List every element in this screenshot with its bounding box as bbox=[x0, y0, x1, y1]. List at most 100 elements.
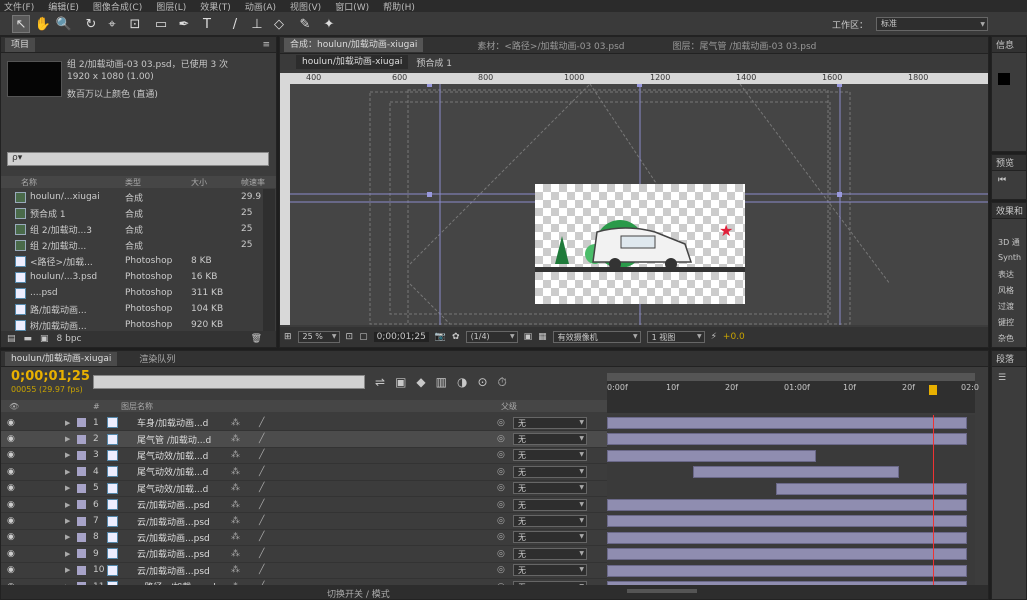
camera-tool-icon[interactable]: ⌖ bbox=[103, 15, 121, 33]
expand-arrow-icon[interactable]: ▶ bbox=[65, 435, 70, 443]
visibility-icon[interactable]: ◉ bbox=[7, 450, 15, 460]
col-type[interactable]: 类型 bbox=[125, 177, 141, 188]
timeline-tab[interactable]: houlun/加载动画-xiugai bbox=[5, 351, 118, 366]
layer-bar[interactable] bbox=[776, 482, 967, 495]
menu-item[interactable]: 编辑(E) bbox=[48, 0, 79, 13]
panel-menu-icon[interactable]: ≡ bbox=[262, 40, 270, 50]
switches-modes-toggle[interactable]: 切换开关 / 模式 bbox=[327, 587, 390, 600]
shy-switch-icon[interactable]: ⁂ bbox=[231, 483, 240, 493]
pickwhip-icon[interactable]: ◎ bbox=[497, 565, 505, 575]
expand-arrow-icon[interactable]: ▶ bbox=[65, 501, 70, 509]
parent-select[interactable]: 无 bbox=[513, 433, 587, 446]
expand-arrow-icon[interactable]: ▶ bbox=[65, 484, 70, 492]
parent-select[interactable]: 无 bbox=[513, 416, 587, 429]
shy-switch-icon[interactable]: ⁂ bbox=[231, 467, 240, 477]
render-queue-tab[interactable]: 渲染队列 bbox=[139, 352, 175, 365]
visibility-icon[interactable]: ◉ bbox=[7, 483, 15, 493]
rotate-tool-icon[interactable]: ↻ bbox=[82, 15, 100, 33]
always-preview-icon[interactable]: ⊞ bbox=[284, 332, 292, 342]
align-left-icon[interactable]: ☰ bbox=[992, 367, 1026, 389]
playhead-marker[interactable] bbox=[928, 385, 937, 395]
zoom-tool-icon[interactable]: 🔍 bbox=[55, 15, 73, 33]
expand-arrow-icon[interactable]: ▶ bbox=[65, 517, 70, 525]
col-name[interactable]: 名称 bbox=[21, 177, 37, 188]
pan-behind-tool-icon[interactable]: ⊡ bbox=[126, 15, 144, 33]
viewer-timecode[interactable]: 0;00;01;25 bbox=[373, 332, 429, 342]
expand-arrow-icon[interactable]: ▶ bbox=[65, 550, 70, 558]
visibility-icon[interactable]: ◉ bbox=[7, 549, 15, 559]
layer-row[interactable]: ◉ ▶ 5 尾气动效/加载...d ⁂ ╱ ◎ 无 bbox=[1, 481, 607, 497]
roto-brush-tool-icon[interactable]: ✎ bbox=[296, 15, 314, 33]
expand-arrow-icon[interactable]: ▶ bbox=[65, 468, 70, 476]
layer-name[interactable]: 尾气动效/加载...d bbox=[137, 482, 208, 495]
quality-switch-icon[interactable]: ╱ bbox=[259, 500, 264, 510]
tab-layer[interactable]: 图层：尾气管 /加载动画-03 03.psd bbox=[672, 39, 816, 52]
shy-switch-icon[interactable]: ⁂ bbox=[231, 418, 240, 428]
layer-row[interactable]: ◉ ▶ 3 尾气动效/加载...d ⁂ ╱ ◎ 无 bbox=[1, 448, 607, 465]
col-fps[interactable]: 帧速率 bbox=[241, 177, 265, 188]
project-scrollbar[interactable] bbox=[263, 189, 275, 331]
effect-category[interactable]: 过渡 bbox=[992, 301, 1026, 317]
work-area-bar[interactable] bbox=[607, 373, 975, 381]
auto-keyframe-icon[interactable]: ⏱ bbox=[498, 375, 507, 390]
shy-switch-icon[interactable]: ⁂ bbox=[231, 500, 240, 510]
effect-category[interactable]: 风格 bbox=[992, 285, 1026, 301]
quality-switch-icon[interactable]: ╱ bbox=[259, 418, 264, 428]
eraser-tool-icon[interactable]: ◇ bbox=[270, 15, 288, 33]
brush-tool-icon[interactable]: / bbox=[226, 15, 244, 33]
project-item[interactable]: 路/加载动画... Photoshop 104 KB bbox=[1, 301, 263, 317]
layer-row[interactable]: ◉ ▶ 1 车身/加载动画...d ⁂ ╱ ◎ 无 bbox=[1, 415, 607, 432]
trash-icon[interactable]: 🗑 bbox=[251, 334, 262, 344]
menu-item[interactable]: 图层(L) bbox=[156, 0, 186, 13]
project-item[interactable]: ....psd Photoshop 311 KB bbox=[1, 285, 263, 301]
first-frame-icon[interactable]: ⏮ bbox=[992, 171, 1026, 189]
parent-select[interactable]: 无 bbox=[513, 564, 587, 577]
effect-category[interactable]: 3D 通 bbox=[992, 237, 1026, 253]
pickwhip-icon[interactable]: ◎ bbox=[497, 516, 505, 526]
col-size[interactable]: 大小 bbox=[191, 177, 207, 188]
time-ruler[interactable]: 0:00f 10f 20f 01:00f 10f 20f 02:0 bbox=[607, 373, 979, 413]
quality-switch-icon[interactable]: ╱ bbox=[259, 434, 264, 444]
label-color[interactable] bbox=[77, 483, 86, 493]
pickwhip-icon[interactable]: ◎ bbox=[497, 467, 505, 477]
quality-switch-icon[interactable]: ╱ bbox=[259, 565, 264, 575]
pickwhip-icon[interactable]: ◎ bbox=[497, 450, 505, 460]
project-item[interactable]: <路径>/加载... Photoshop 8 KB bbox=[1, 253, 263, 269]
menu-item[interactable]: 帮助(H) bbox=[383, 0, 415, 13]
layer-name[interactable]: 尾气动效/加载...d bbox=[137, 449, 208, 462]
parent-select[interactable]: 无 bbox=[513, 498, 587, 511]
pickwhip-icon[interactable]: ◎ bbox=[497, 549, 505, 559]
exposure-value[interactable]: +0.0 bbox=[723, 332, 745, 342]
layer-bar[interactable] bbox=[607, 449, 816, 462]
motion-blur-icon[interactable]: ◑ bbox=[457, 375, 467, 390]
expand-arrow-icon[interactable]: ▶ bbox=[65, 451, 70, 459]
project-tab[interactable]: 项目 bbox=[5, 37, 36, 52]
shy-switch-icon[interactable]: ⁂ bbox=[231, 549, 240, 559]
layer-name[interactable]: 云/加载动画...psd bbox=[137, 531, 210, 544]
expand-arrow-icon[interactable]: ▶ bbox=[65, 533, 70, 541]
effects-tab[interactable]: 效果和 bbox=[996, 204, 1023, 217]
channel-icon[interactable]: ✿ bbox=[452, 332, 460, 342]
project-item[interactable]: 组 2/加载动...3 合成 25 bbox=[1, 221, 263, 237]
menu-item[interactable]: 效果(T) bbox=[200, 0, 231, 13]
label-color[interactable] bbox=[77, 418, 86, 428]
layer-bar[interactable] bbox=[607, 531, 967, 544]
label-color[interactable] bbox=[77, 434, 86, 444]
selection-tool-icon[interactable]: ↖ bbox=[12, 15, 30, 33]
frame-blending-icon[interactable]: ▥ bbox=[436, 375, 447, 390]
paragraph-tab[interactable]: 段落 bbox=[996, 352, 1014, 365]
timeline-timecode[interactable]: 0;00;01;25 bbox=[11, 369, 90, 384]
expand-arrow-icon[interactable]: ▶ bbox=[65, 566, 70, 574]
layer-name[interactable]: 尾气管 /加载动...d bbox=[137, 433, 211, 446]
pen-tool-icon[interactable]: ✒ bbox=[175, 15, 193, 33]
eye-icon[interactable]: 👁 bbox=[9, 402, 19, 411]
parent-select[interactable]: 无 bbox=[513, 465, 587, 478]
quality-switch-icon[interactable]: ╱ bbox=[259, 549, 264, 559]
region-icon[interactable]: ▣ bbox=[524, 332, 533, 342]
preview-tab[interactable]: 预览 bbox=[996, 156, 1014, 169]
layer-row[interactable]: ◉ ▶ 7 云/加载动画...psd ⁂ ╱ ◎ 无 bbox=[1, 513, 607, 530]
shy-switch-icon[interactable]: ⁂ bbox=[231, 516, 240, 526]
layer-name-col[interactable]: 图层名称 bbox=[121, 401, 153, 412]
label-color[interactable] bbox=[77, 467, 86, 477]
snapshot-icon[interactable]: 📷 bbox=[435, 332, 446, 342]
